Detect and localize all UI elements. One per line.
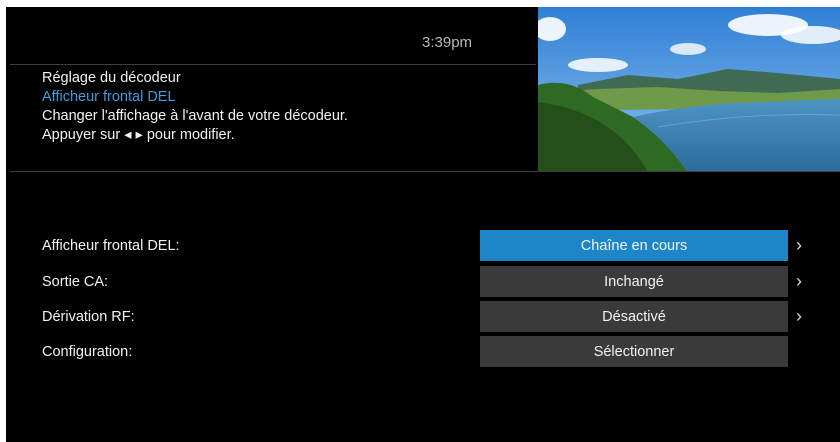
row-label: Afficheur frontal DEL: [42,238,180,254]
menu-row-configuration[interactable]: Configuration: Sélectionner [6,336,840,368]
row-label: Dérivation RF: [42,309,135,325]
value-selector-ca-output[interactable]: Inchangé [480,266,788,297]
item-title: Afficheur frontal DEL [42,89,176,105]
value-selector-rf-bypass[interactable]: Désactivé [480,301,788,332]
chevron-right-icon[interactable]: › [792,270,806,292]
navigation-hint: Appuyer sur ◂ ▸ pour modifier. [42,127,235,143]
menu-row-rf-bypass[interactable]: Dérivation RF: Désactivé › [6,301,840,333]
live-tv-preview [538,7,840,172]
tv-screen: 3:39pm Réglage du décodeur Afficheur fro… [6,7,840,442]
header-bottom-divider [10,171,840,172]
menu-row-ca-output[interactable]: Sortie CA: Inchangé › [6,266,840,298]
clock: 3:39pm [422,34,473,51]
info-panel: Réglage du décodeur Afficheur frontal DE… [42,69,348,145]
menu-row-front-display[interactable]: Afficheur frontal DEL: Chaîne en cours › [6,230,840,262]
value-selector-front-display[interactable]: Chaîne en cours [480,230,788,261]
header-divider [10,64,536,65]
chevron-right-icon[interactable]: › [792,234,806,256]
breadcrumb: Réglage du décodeur [42,70,181,86]
select-button-configuration[interactable]: Sélectionner [480,336,788,367]
row-label: Sortie CA: [42,274,109,290]
header-panel: 3:39pm Réglage du décodeur Afficheur fro… [6,7,840,172]
chevron-right-icon[interactable]: › [792,305,806,327]
item-description: Changer l'affichage à l'avant de votre d… [42,108,348,124]
row-label: Configuration: [42,344,133,360]
landscape-preview-image [538,7,840,172]
